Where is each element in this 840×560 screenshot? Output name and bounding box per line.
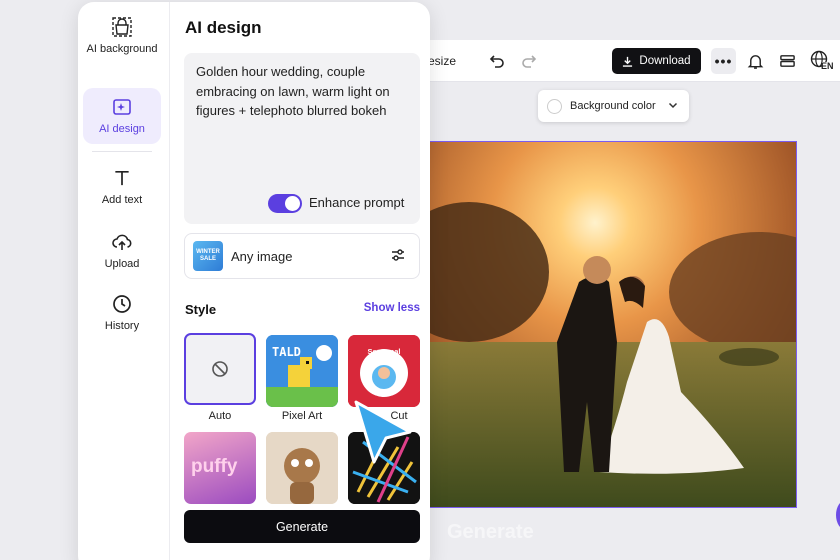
rail-item-ai-background[interactable]: AI background xyxy=(83,16,161,74)
rail-item-history[interactable]: History xyxy=(83,294,161,334)
generate-button[interactable]: Generate xyxy=(184,510,420,543)
style-section-label: Style xyxy=(185,302,217,317)
image-type-label: Any image xyxy=(231,249,293,264)
rail-item-add-text[interactable]: Add text xyxy=(83,168,161,208)
redo-icon[interactable] xyxy=(518,50,540,72)
rail-item-ai-design[interactable]: AI design xyxy=(83,88,161,144)
cutout-thumb-text: Seasonal Discount xyxy=(367,347,401,365)
layers-stack-icon[interactable] xyxy=(776,50,798,72)
rail-label-add-text: Add text xyxy=(101,194,143,206)
help-bubble[interactable] xyxy=(836,500,840,530)
image-type-thumbnail: WINTER SALE xyxy=(193,241,223,271)
text-icon xyxy=(115,170,129,186)
bell-icon[interactable] xyxy=(744,50,766,72)
more-options-button[interactable]: ••• xyxy=(711,48,736,74)
clock-icon xyxy=(113,295,131,313)
resize-button[interactable]: esize xyxy=(428,54,456,68)
pixel-art-thumb-text: TALD xyxy=(272,345,301,359)
style-tile-auto[interactable] xyxy=(184,333,256,405)
background-color-button[interactable]: Background color xyxy=(538,90,689,122)
sparkle-image-icon xyxy=(113,99,131,115)
show-less-link[interactable]: Show less xyxy=(364,302,420,314)
rail-divider xyxy=(92,151,152,152)
cloud-upload-icon xyxy=(112,234,132,250)
download-button[interactable]: Download xyxy=(612,48,701,74)
image-type-select[interactable]: WINTER SALE Any image xyxy=(184,233,420,279)
ban-icon xyxy=(212,361,228,377)
puffy-thumb-text: puffy xyxy=(191,456,238,477)
pointer-cursor-icon xyxy=(354,400,412,464)
style-label-auto: Auto xyxy=(208,410,232,422)
rail-item-upload[interactable]: Upload xyxy=(83,232,161,272)
undo-icon[interactable] xyxy=(486,50,508,72)
ai-side-panel: AI background AI design Add text Upload … xyxy=(78,2,430,560)
rail-label-ai-design: AI design xyxy=(99,123,145,135)
download-icon xyxy=(623,56,633,67)
color-swatch xyxy=(547,98,562,114)
bag-icon xyxy=(112,17,132,37)
tool-rail: AI background AI design Add text Upload … xyxy=(78,2,170,560)
enhance-prompt-label: Enhance prompt xyxy=(309,195,405,210)
canvas-wedding-photo[interactable] xyxy=(428,141,797,508)
style-tile-puffy[interactable]: puffy xyxy=(184,432,256,504)
panel-title: AI design xyxy=(185,18,262,37)
style-tile-clay[interactable] xyxy=(266,432,338,504)
download-label: Download xyxy=(639,55,691,67)
ghost-generate-text: Generate xyxy=(447,521,534,543)
style-label-pixel-art: Pixel Art xyxy=(281,410,323,422)
sliders-icon[interactable] xyxy=(390,247,406,263)
background-color-label: Background color xyxy=(570,100,656,112)
rail-label-upload: Upload xyxy=(104,258,140,270)
chevron-down-icon xyxy=(668,102,678,109)
enhance-prompt-toggle[interactable] xyxy=(268,194,302,213)
language-globe-icon[interactable]: EN xyxy=(808,50,834,72)
ai-design-content: AI design Golden hour wedding, couple em… xyxy=(170,2,430,560)
rail-label-history: History xyxy=(104,320,140,332)
language-label: EN xyxy=(821,61,834,71)
prompt-text: Golden hour wedding, couple embracing on… xyxy=(196,64,390,118)
style-tile-pixel-art[interactable]: TALD xyxy=(266,335,338,407)
rail-label-ai-background: AI background xyxy=(86,43,158,55)
prompt-textarea[interactable]: Golden hour wedding, couple embracing on… xyxy=(184,53,420,224)
editor-toolbar: esize Download ••• EN xyxy=(420,40,840,82)
